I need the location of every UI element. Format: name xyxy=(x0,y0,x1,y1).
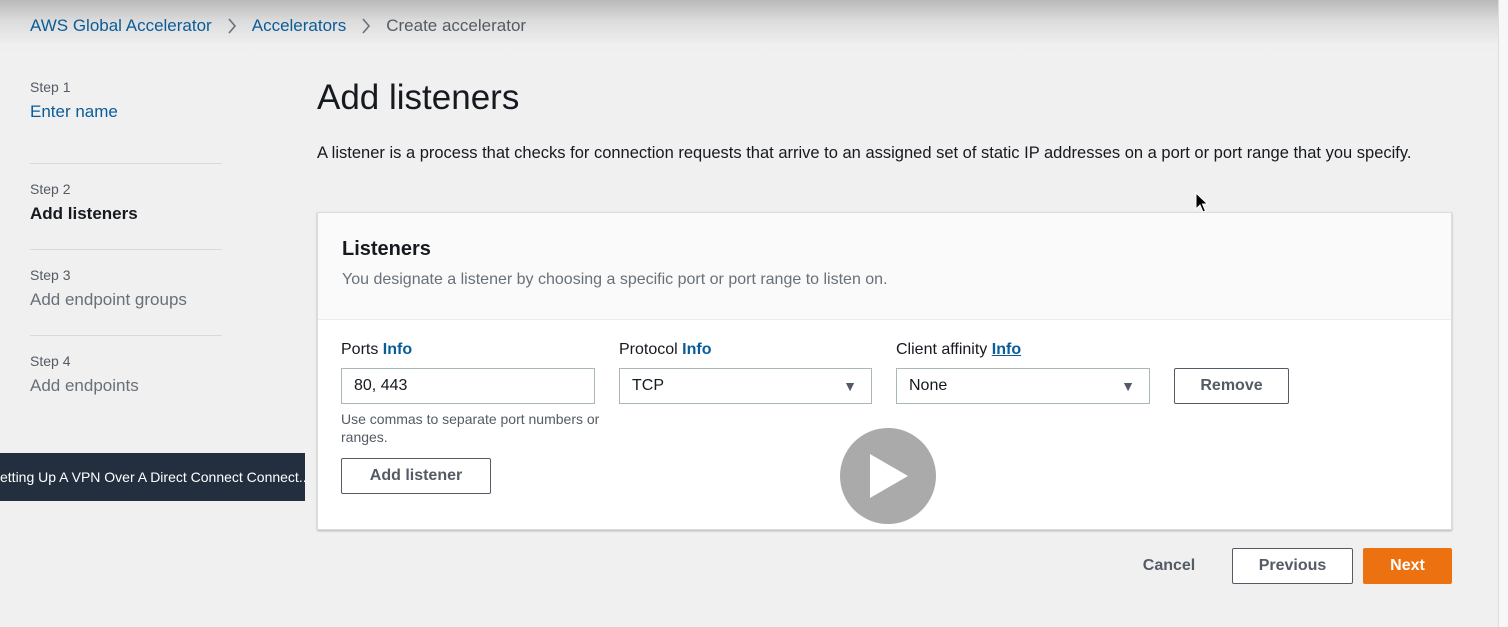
chevron-right-icon xyxy=(361,18,371,34)
page-title: Add listeners xyxy=(317,78,520,117)
breadcrumb-link-accelerators[interactable]: Accelerators xyxy=(252,16,346,36)
panel-subtitle: You designate a listener by choosing a s… xyxy=(342,271,888,288)
client-affinity-label-text: Client affinity xyxy=(896,341,988,358)
protocol-select[interactable]: TCP ▼ xyxy=(619,368,872,404)
protocol-info-link[interactable]: Info xyxy=(682,341,711,358)
caret-down-icon: ▼ xyxy=(843,378,857,394)
step-label-add-endpoints: Add endpoints xyxy=(30,376,139,395)
step-label-add-listeners: Add listeners xyxy=(30,204,138,223)
wizard-step-3: Step 3 Add endpoint groups xyxy=(30,250,222,336)
client-affinity-info-link[interactable]: Info xyxy=(992,341,1021,358)
play-button[interactable] xyxy=(840,428,936,524)
panel-header: Listeners You designate a listener by ch… xyxy=(318,213,1451,320)
step-link-enter-name[interactable]: Enter name xyxy=(30,98,222,126)
play-icon xyxy=(870,454,908,498)
step-number: Step 3 xyxy=(30,267,71,283)
remove-listener-button[interactable]: Remove xyxy=(1174,368,1289,404)
wizard-steps: Step 1 Enter name Step 2 Add listeners S… xyxy=(30,78,222,422)
protocol-select-value: TCP xyxy=(632,377,664,394)
chevron-right-icon xyxy=(227,18,237,34)
ports-label: Ports Info xyxy=(341,340,412,360)
add-listener-button[interactable]: Add listener xyxy=(341,458,491,494)
step-number: Step 1 xyxy=(30,79,71,95)
ports-info-link[interactable]: Info xyxy=(383,341,412,358)
client-affinity-select[interactable]: None ▼ xyxy=(896,368,1150,404)
protocol-label: Protocol Info xyxy=(619,340,711,360)
step-number: Step 2 xyxy=(30,181,71,197)
ports-label-text: Ports xyxy=(341,341,379,358)
caret-down-icon: ▼ xyxy=(1121,378,1135,394)
step-number: Step 4 xyxy=(30,353,71,369)
breadcrumb: AWS Global Accelerator Accelerators Crea… xyxy=(30,15,526,37)
ports-input[interactable] xyxy=(341,368,595,404)
scrollbar[interactable] xyxy=(1498,0,1508,627)
video-title-tooltip: etting Up A VPN Over A Direct Connect Co… xyxy=(0,453,305,501)
breadcrumb-current: Create accelerator xyxy=(386,16,527,35)
wizard-step-4: Step 4 Add endpoints xyxy=(30,336,222,422)
previous-button[interactable]: Previous xyxy=(1232,548,1353,584)
breadcrumb-link-global-accelerator[interactable]: AWS Global Accelerator xyxy=(30,16,212,36)
mouse-cursor-icon xyxy=(1195,192,1209,213)
page-description: A listener is a process that checks for … xyxy=(317,144,1412,162)
cancel-button[interactable]: Cancel xyxy=(1130,548,1208,584)
panel-title: Listeners xyxy=(342,238,431,260)
wizard-step-2: Step 2 Add listeners xyxy=(30,164,222,250)
next-button[interactable]: Next xyxy=(1363,548,1452,584)
client-affinity-select-value: None xyxy=(909,377,948,394)
protocol-label-text: Protocol xyxy=(619,341,678,358)
client-affinity-label: Client affinity Info xyxy=(896,340,1021,360)
wizard-step-1: Step 1 Enter name xyxy=(30,78,222,164)
step-label-add-endpoint-groups: Add endpoint groups xyxy=(30,290,187,309)
ports-hint: Use commas to separate port numbers or r… xyxy=(341,411,600,445)
